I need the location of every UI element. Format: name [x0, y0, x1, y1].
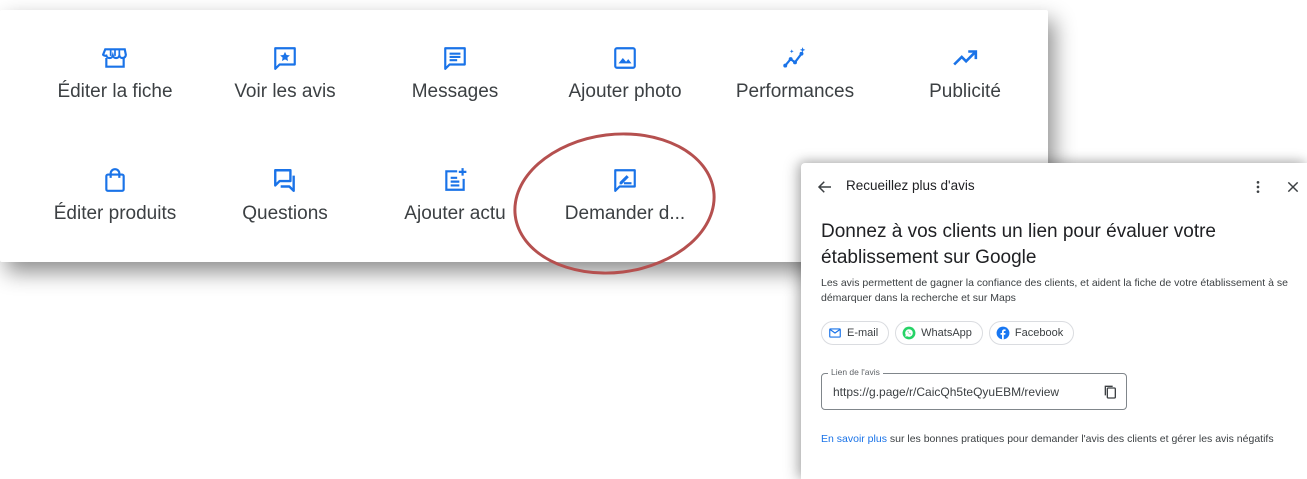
action-view-reviews[interactable]: Voir les avis — [200, 45, 370, 135]
arrow-back-icon[interactable] — [816, 178, 834, 196]
dialog-header: Recueillez plus d'avis — [801, 175, 1307, 199]
action-messages[interactable]: Messages — [370, 45, 540, 135]
learn-more-link[interactable]: En savoir plus — [821, 433, 887, 445]
review-link-field[interactable]: Lien de l'avis https://g.page/r/CaicQh5t… — [821, 367, 1127, 410]
action-label: Messages — [411, 81, 499, 102]
storefront-icon — [102, 48, 127, 68]
shopping-bag-icon — [105, 168, 125, 192]
share-email-button[interactable]: E-mail — [821, 321, 890, 345]
dialog-heading: Donnez à vos clients un lien pour évalue… — [821, 221, 1217, 268]
action-label: Questions — [242, 203, 328, 224]
review-link-label: Lien de l'avis — [828, 367, 883, 377]
share-facebook-label: Facebook — [1014, 327, 1064, 339]
action-advertising[interactable]: Publicité — [880, 45, 1050, 135]
action-performance[interactable]: Performances — [710, 45, 880, 135]
collect-reviews-dialog: Recueillez plus d'avis Donnez à vos clie… — [801, 163, 1307, 479]
facebook-icon — [996, 326, 1010, 340]
share-whatsapp-button[interactable]: WhatsApp — [895, 321, 983, 345]
copy-icon[interactable] — [1102, 383, 1118, 401]
action-label: Éditer produits — [53, 203, 177, 224]
post-add-icon — [445, 168, 467, 191]
action-edit-profile[interactable]: Éditer la fiche — [30, 45, 200, 135]
whatsapp-icon — [902, 326, 916, 340]
share-facebook-button[interactable]: Facebook — [988, 321, 1075, 345]
message-icon — [444, 47, 466, 70]
add-photo-icon — [614, 47, 636, 69]
star-review-icon — [274, 47, 296, 70]
footer-info: En savoir plus sur les bonnes pratiques … — [821, 433, 1301, 445]
action-label: Ajouter photo — [568, 81, 682, 102]
share-whatsapp-label: WhatsApp — [921, 327, 972, 339]
trending-up-icon — [953, 50, 978, 66]
action-label: Voir les avis — [234, 81, 336, 102]
action-label: Éditer la fiche — [57, 81, 173, 102]
dialog-title: Recueillez plus d'avis — [846, 178, 975, 193]
rate-review-icon — [614, 169, 636, 192]
action-questions[interactable]: Questions — [200, 167, 370, 257]
action-label: Ajouter actu — [404, 203, 506, 224]
review-link-value[interactable]: https://g.page/r/CaicQh5teQyuEBM/review — [833, 385, 1059, 399]
mail-icon — [829, 328, 841, 338]
dialog-description: Les avis permettent de gagner la confian… — [821, 277, 1288, 304]
footer-description: sur les bonnes pratiques pour demander l… — [886, 433, 1274, 445]
action-label: Performances — [735, 81, 855, 102]
action-add-update[interactable]: Ajouter actu — [370, 167, 540, 257]
more-vert-icon[interactable] — [1250, 179, 1266, 195]
share-options: E-mail WhatsApp Facebook — [821, 321, 1075, 345]
action-request-reviews[interactable]: Demander d... — [540, 167, 710, 257]
insights-icon — [783, 47, 806, 68]
action-add-photo[interactable]: Ajouter photo — [540, 45, 710, 135]
forum-icon — [274, 169, 295, 193]
action-label: Publicité — [929, 81, 1001, 102]
action-edit-products[interactable]: Éditer produits — [30, 167, 200, 257]
close-icon[interactable] — [1285, 179, 1301, 195]
action-label: Demander d... — [564, 203, 686, 224]
share-email-label: E-mail — [847, 327, 879, 339]
